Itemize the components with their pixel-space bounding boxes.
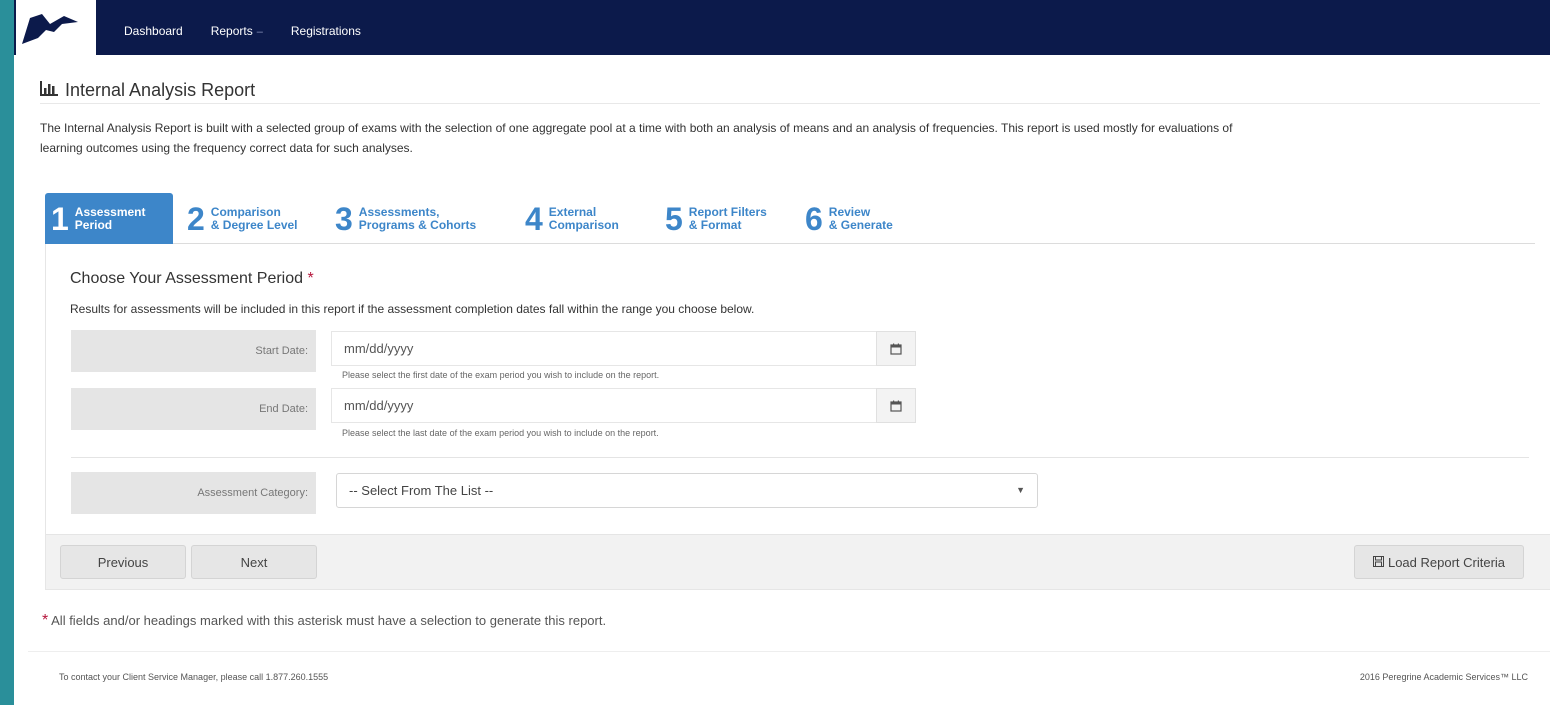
step-number: 2 <box>187 200 205 237</box>
step-assessment-period[interactable]: 1 Assessment Period <box>45 193 173 244</box>
footer-contact: To contact your Client Service Manager, … <box>59 672 329 682</box>
step-panel: Choose Your Assessment Period * Results … <box>45 244 1550 590</box>
step-review-generate[interactable]: 6 Review & Generate <box>799 193 929 244</box>
next-button[interactable]: Next <box>191 545 317 579</box>
step-number: 1 <box>51 200 69 237</box>
required-fields-note: * All fields and/or headings marked with… <box>42 612 606 630</box>
footer-divider <box>28 651 1550 652</box>
nav-dashboard[interactable]: Dashboard <box>124 24 183 38</box>
start-date-help: Please select the first date of the exam… <box>342 370 660 380</box>
title-divider <box>40 103 1540 104</box>
panel-heading: Choose Your Assessment Period * <box>70 270 314 287</box>
caret-down-icon: ▼ <box>1016 485 1025 495</box>
page-title-text: Internal Analysis Report <box>65 80 256 100</box>
page-title: Internal Analysis Report <box>40 80 255 101</box>
start-date-input[interactable]: mm/dd/yyyy <box>331 331 876 366</box>
step-label: Review & Generate <box>828 204 893 232</box>
nav-reports-caret-icon: – <box>256 26 263 38</box>
load-report-criteria-button[interactable]: Load Report Criteria <box>1354 545 1524 579</box>
assessment-category-select[interactable]: -- Select From The List -- ▼ <box>336 473 1038 508</box>
end-date-input[interactable]: mm/dd/yyyy <box>331 388 876 423</box>
step-report-filters-format[interactable]: 5 Report Filters & Format <box>659 193 799 244</box>
top-navbar: Dashboard Reports – Registrations <box>14 0 1550 55</box>
nav-menu: Dashboard Reports – Registrations <box>124 24 361 38</box>
page-description: The Internal Analysis Report is built wi… <box>40 121 1233 155</box>
step-number: 4 <box>525 200 543 237</box>
calendar-icon <box>890 400 902 412</box>
nav-reports[interactable]: Reports – <box>211 24 263 38</box>
step-label: Report Filters & Format <box>688 204 767 232</box>
step-label: Assessment Period <box>74 204 146 232</box>
previous-button[interactable]: Previous <box>60 545 186 579</box>
wizard-button-bar: Previous Next Load Report Criteria <box>46 534 1550 589</box>
step-assessments-programs-cohorts[interactable]: 3 Assessments, Programs & Cohorts <box>329 193 519 244</box>
assessment-category-label: Assessment Category: <box>71 472 316 514</box>
form-divider <box>71 457 1529 458</box>
calendar-icon <box>890 343 902 355</box>
bar-chart-icon <box>40 80 58 101</box>
step-number: 5 <box>665 200 683 237</box>
footer-copyright: 2016 Peregrine Academic Services™ LLC <box>1359 672 1528 682</box>
panel-description: Results for assessments will be included… <box>70 302 755 316</box>
start-date-calendar-button[interactable] <box>876 331 916 366</box>
required-asterisk: * <box>42 612 49 629</box>
end-date-help: Please select the last date of the exam … <box>342 428 659 438</box>
step-label: External Comparison <box>548 204 619 232</box>
step-label: Assessments, Programs & Cohorts <box>358 204 477 232</box>
logo[interactable] <box>16 0 96 55</box>
start-date-label: Start Date: <box>71 330 316 372</box>
save-icon <box>1372 555 1384 570</box>
end-date-calendar-button[interactable] <box>876 388 916 423</box>
step-comparison-degree-level[interactable]: 2 Comparison & Degree Level <box>181 193 329 244</box>
step-external-comparison[interactable]: 4 External Comparison <box>519 193 659 244</box>
required-asterisk: * <box>307 270 314 287</box>
step-label: Comparison & Degree Level <box>210 204 298 232</box>
nav-reports-label: Reports <box>210 24 253 38</box>
step-number: 6 <box>805 200 823 237</box>
nav-registrations[interactable]: Registrations <box>291 24 361 38</box>
end-date-label: End Date: <box>71 388 316 430</box>
wizard-steps: 1 Assessment Period 2 Comparison & Degree … <box>45 193 1535 244</box>
required-note-text: All fields and/or headings marked with t… <box>51 613 607 628</box>
load-report-criteria-label: Load Report Criteria <box>1387 554 1506 570</box>
bird-logo-icon <box>22 14 78 44</box>
step-number: 3 <box>335 200 353 237</box>
app-frame: Dashboard Reports – Registrations Interna… <box>14 0 1550 705</box>
assessment-category-value: -- Select From The List -- <box>349 483 494 498</box>
